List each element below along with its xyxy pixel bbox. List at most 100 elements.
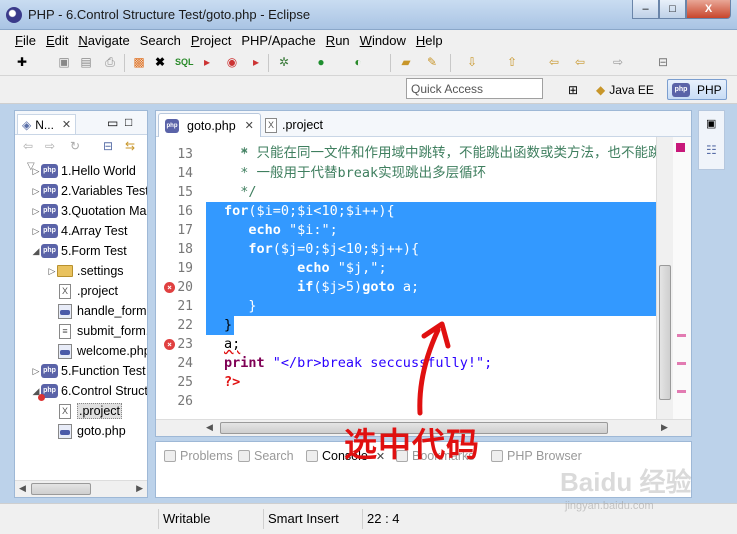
- maximize-view-icon[interactable]: □: [125, 115, 132, 129]
- pencil-icon[interactable]: ✎: [424, 54, 440, 70]
- collapse-all-icon[interactable]: ⊟: [103, 139, 113, 153]
- navigator-hscroll-thumb[interactable]: [31, 483, 91, 495]
- menu-item[interactable]: Navigate: [73, 30, 134, 50]
- tab-project[interactable]: X .project: [259, 113, 329, 137]
- up-icon[interactable]: ↻: [70, 139, 80, 153]
- minimize-button[interactable]: –: [632, 0, 659, 19]
- debug-php-icon[interactable]: ◉: [224, 54, 240, 70]
- tree-item[interactable]: goto.php: [47, 421, 126, 441]
- menu-item[interactable]: Window: [355, 30, 411, 50]
- editor-vscroll-thumb[interactable]: [659, 265, 671, 400]
- maximize-button[interactable]: □: [659, 0, 686, 19]
- run-icon[interactable]: ●: [313, 54, 329, 70]
- tree-item[interactable]: ▷ php 5.Function Test: [31, 361, 146, 381]
- build-icon[interactable]: ▩: [131, 54, 147, 70]
- save-all-icon[interactable]: ▤: [78, 54, 94, 70]
- quick-access-input[interactable]: Quick Access: [406, 78, 543, 99]
- tree-item[interactable]: ▷ php 1.Hello World: [31, 161, 136, 181]
- menu-item[interactable]: Edit: [41, 30, 73, 50]
- debug-icon[interactable]: ✲: [276, 54, 292, 70]
- tree-item[interactable]: ◢ php 5.Form Test: [31, 241, 127, 261]
- back-icon[interactable]: ⇦: [23, 139, 33, 153]
- back-nav-icon[interactable]: ⇦: [572, 54, 588, 70]
- tree-item[interactable]: ◢php6.Control Structure Test: [31, 381, 147, 401]
- menu-item[interactable]: Run: [321, 30, 355, 50]
- java-ee-perspective[interactable]: ◆ Java EE: [592, 79, 658, 100]
- editor-vscrollbar[interactable]: [656, 137, 673, 420]
- tree-item[interactable]: ▷ php 2.Variables Test: [31, 181, 147, 201]
- overview-marker[interactable]: [677, 362, 686, 365]
- outline-icon[interactable]: ☷: [706, 143, 717, 157]
- navigator-hscrollbar[interactable]: ◀ ▶: [15, 480, 147, 497]
- error-summary-marker[interactable]: [676, 143, 685, 152]
- expand-icon[interactable]: ▷: [31, 186, 41, 197]
- tab-goto-php[interactable]: php goto.php ✕: [158, 113, 261, 137]
- menu-item[interactable]: File: [10, 30, 41, 50]
- overview-marker[interactable]: [677, 390, 686, 393]
- expand-icon[interactable]: ▷: [31, 166, 41, 177]
- expand-icon[interactable]: ▷: [31, 226, 41, 237]
- menu-item[interactable]: Project: [186, 30, 236, 50]
- tab-search[interactable]: Search: [238, 446, 294, 466]
- new-icon[interactable]: ✚: [14, 54, 30, 70]
- annotation-text: 选中代码: [344, 425, 480, 464]
- run-php-icon[interactable]: ▸: [199, 54, 215, 70]
- overview-marker[interactable]: [677, 334, 686, 337]
- tree-item[interactable]: ▷ php 4.Array Test: [31, 221, 127, 241]
- expand-icon[interactable]: ▷: [31, 366, 41, 377]
- menu-item[interactable]: Search: [135, 30, 186, 50]
- navigator-tab[interactable]: ◈ N... ✕: [17, 114, 77, 134]
- code-line: × 20 if($j>5)goto a;: [156, 278, 656, 297]
- link-editor-icon[interactable]: ⇆: [125, 139, 135, 153]
- tree-item[interactable]: ≡ submit_form.html: [47, 321, 147, 341]
- close-icon[interactable]: ✕: [245, 119, 254, 132]
- save-icon[interactable]: ▣: [56, 54, 72, 70]
- external-tools-icon[interactable]: ◐: [350, 54, 366, 70]
- code-line: 18 for($j=0;$j<10;$j++){: [156, 240, 656, 259]
- tree-item[interactable]: X .project: [47, 281, 118, 301]
- tree-item[interactable]: X .project: [47, 401, 122, 421]
- overview-ruler: [673, 137, 691, 420]
- next-annotation-icon[interactable]: ⇩: [464, 54, 480, 70]
- forward-icon[interactable]: ⇨: [610, 54, 626, 70]
- pin-icon[interactable]: ⊟: [655, 54, 671, 70]
- sql-icon[interactable]: SQL: [175, 54, 194, 70]
- back-icon[interactable]: ⇦: [546, 54, 562, 70]
- tree-item-label: welcome.php: [77, 344, 147, 358]
- tree-item[interactable]: ▷php3.Quotation Mark: [31, 201, 147, 221]
- status-insert-mode: Smart Insert: [263, 509, 358, 529]
- open-folder-icon[interactable]: ▰: [398, 54, 414, 70]
- forward-icon[interactable]: ⇨: [45, 139, 55, 153]
- tree-item[interactable]: welcome.php: [47, 341, 147, 361]
- php-perspective[interactable]: php PHP: [667, 79, 727, 100]
- php-file-icon: [58, 303, 72, 319]
- close-icon[interactable]: ✕: [62, 118, 71, 131]
- code-text: * 一般用于代替break实现跳出多层循环: [224, 165, 487, 181]
- minimize-view-icon[interactable]: ▭: [107, 116, 118, 130]
- line-number: 26: [177, 394, 193, 409]
- expand-icon[interactable]: ▷: [47, 266, 57, 277]
- prev-annotation-icon[interactable]: ⇧: [504, 54, 520, 70]
- close-button[interactable]: X: [686, 0, 731, 19]
- tree-item[interactable]: ▷ .settings: [47, 261, 124, 281]
- search-icon: [238, 450, 250, 462]
- close-project-icon[interactable]: ✖: [152, 54, 168, 70]
- restore-icon[interactable]: ▣: [706, 117, 716, 130]
- tree-item-label: .project: [77, 284, 118, 298]
- tree-item-label: 3.Quotation Mark: [61, 204, 147, 218]
- tab-problems[interactable]: Problems: [164, 446, 233, 466]
- code-line-partial: * 只能在同一文件和作用域中跳转，不能跳出函数或类方法，也不能跳入任何循环: [156, 137, 656, 161]
- line-number: 13: [177, 147, 193, 162]
- print-icon[interactable]: ⎙: [102, 54, 118, 70]
- menu-item[interactable]: Help: [411, 30, 448, 50]
- menu-item[interactable]: PHP/Apache: [236, 30, 320, 50]
- expand-icon[interactable]: ◢: [31, 246, 41, 257]
- watermark-url: jingyan.baidu.com: [565, 500, 654, 512]
- expand-icon[interactable]: ▷: [31, 206, 41, 217]
- php-file-icon: [58, 343, 72, 359]
- open-perspective-button[interactable]: ⊞: [564, 79, 582, 100]
- tree-item[interactable]: handle_form.php: [47, 301, 147, 321]
- code-line: 14 * 一般用于代替break实现跳出多层循环: [156, 164, 656, 183]
- perspective-bar: Quick Access ⊞ ◆ Java EE php PHP: [0, 76, 737, 104]
- profile-icon[interactable]: ▸: [248, 54, 264, 70]
